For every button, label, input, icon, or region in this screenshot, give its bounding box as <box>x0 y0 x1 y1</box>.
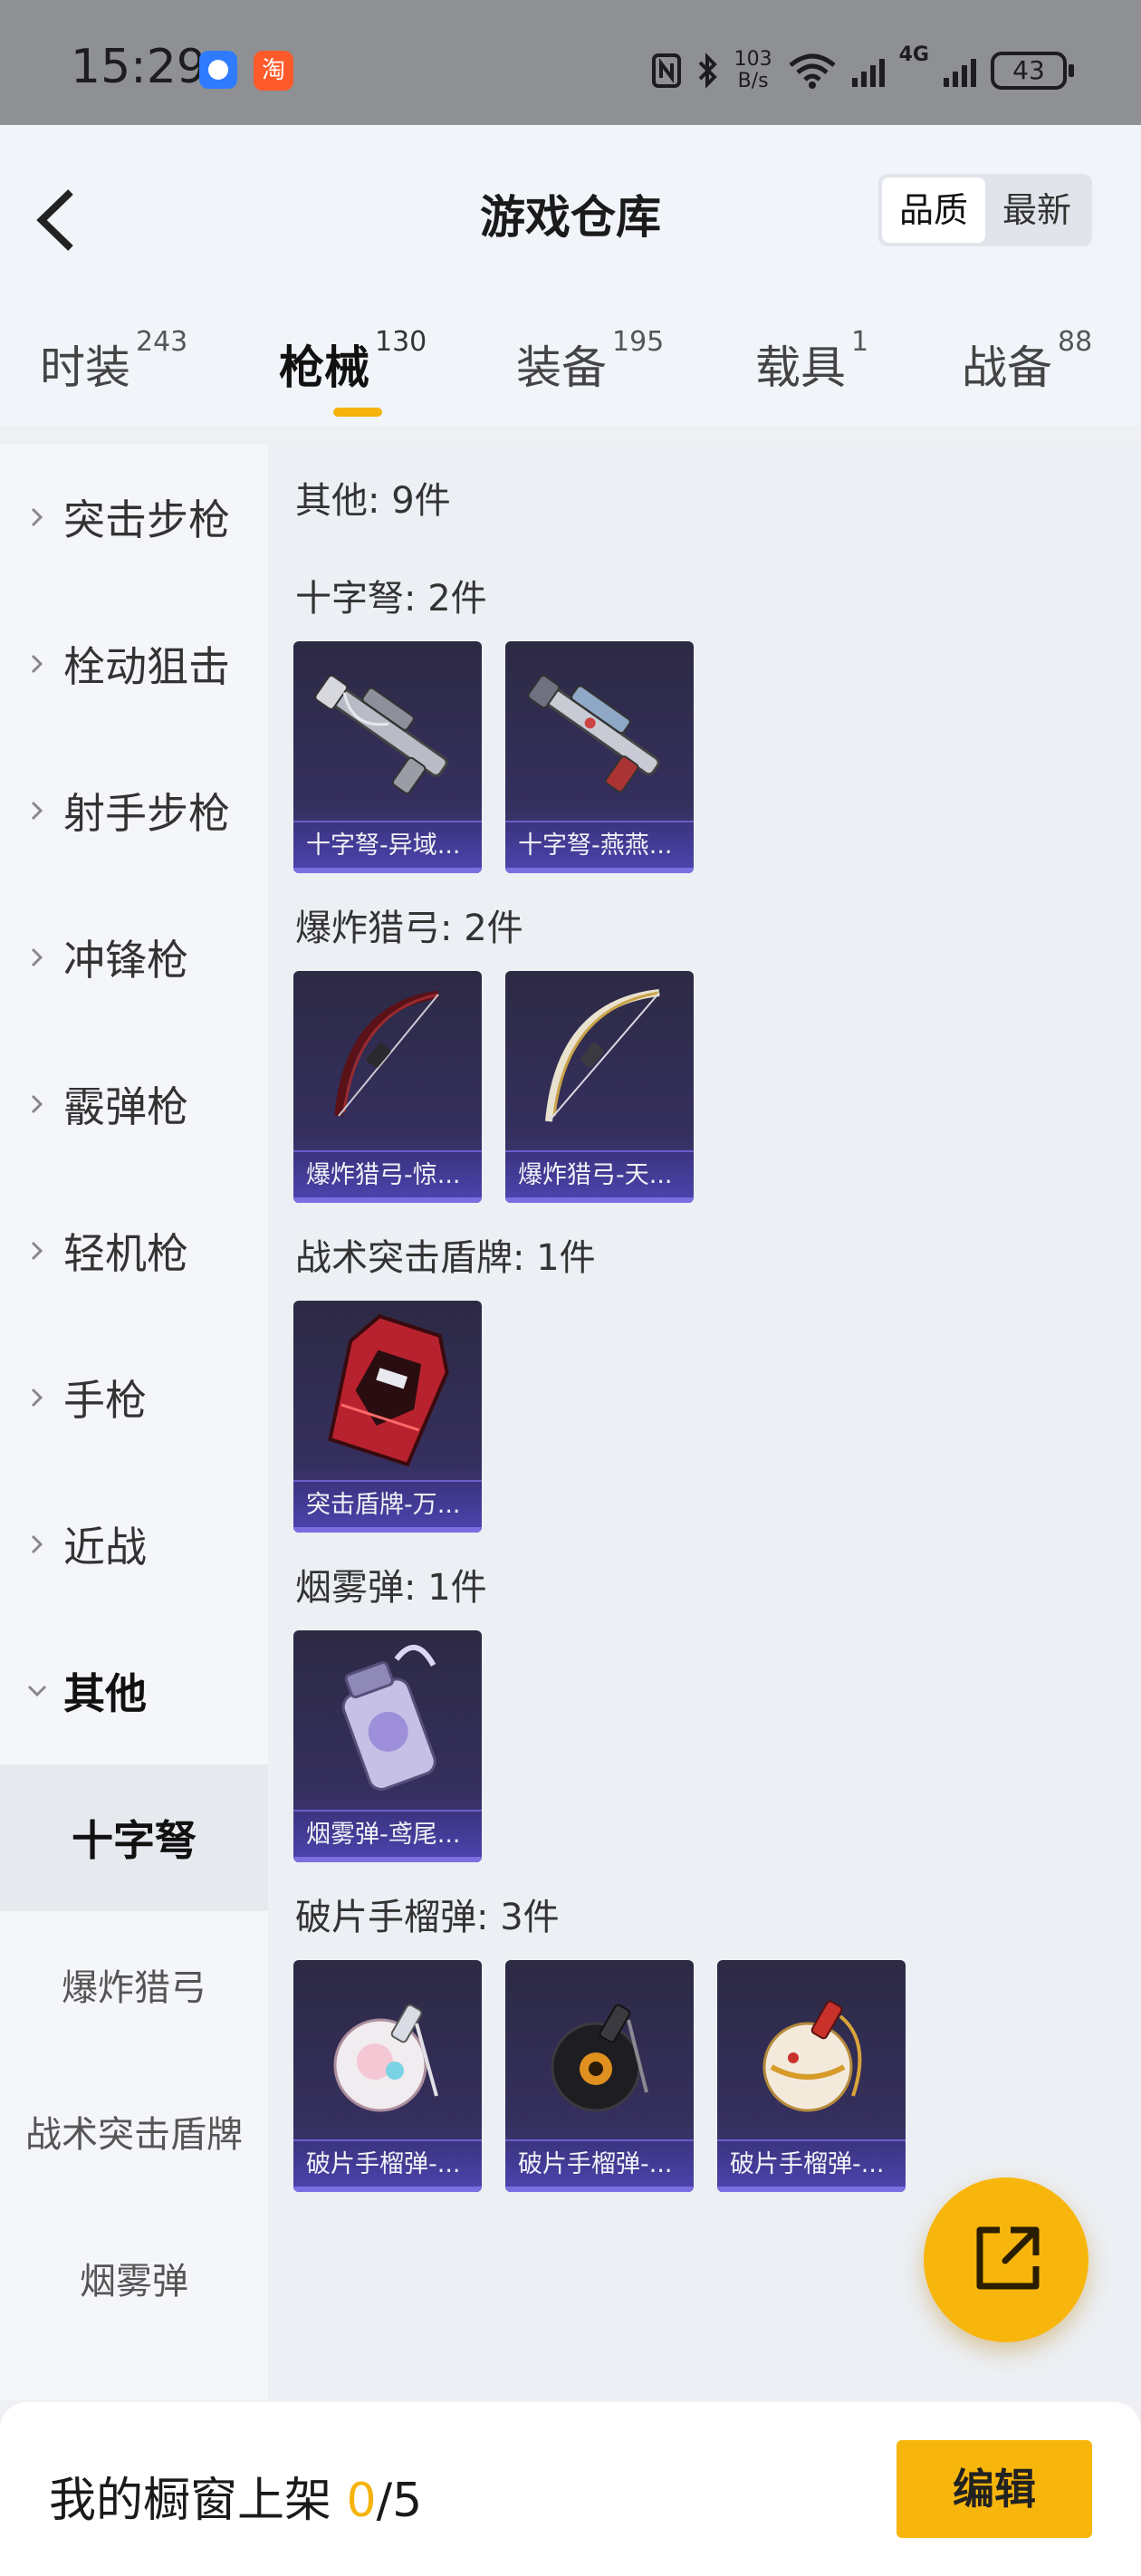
sidebar-item-melee[interactable]: 近战 <box>0 1471 268 1618</box>
sidebar-item-assault-rifle[interactable]: 突击步枪 <box>0 444 268 591</box>
header: 游戏仓库 品质 最新 时装 243 枪械 130 装备 195 载具 1 战备 88 <box>0 125 1141 426</box>
item-card[interactable]: 爆炸猎弓-惊... <box>293 971 482 1203</box>
frag-grenade-skin-image <box>333 2004 438 2112</box>
sidebar-item-pistol[interactable]: 手枪 <box>0 1324 268 1471</box>
taobao-app-icon: 淘 <box>254 51 293 91</box>
network-type: 4G <box>898 43 929 66</box>
item-name: 十字弩-异域... <box>293 821 482 873</box>
tab-equipment[interactable]: 装备 195 <box>516 326 664 397</box>
sidebar-item-label: 霰弹枪 <box>63 1082 188 1131</box>
item-card[interactable]: 爆炸猎弓-天... <box>505 971 694 1203</box>
sidebar-item-label: 近战 <box>63 1523 147 1572</box>
signal-icon <box>851 54 885 87</box>
status-time: 15:29 <box>71 40 206 94</box>
sidebar-item-label: 手枪 <box>63 1376 147 1425</box>
tab-firearms[interactable]: 枪械 130 <box>279 326 427 397</box>
tab-fashion[interactable]: 时装 243 <box>40 326 187 397</box>
chevron-right-icon <box>31 1241 43 1261</box>
chevron-right-icon <box>31 801 43 821</box>
category-tabs: 时装 243 枪械 130 装备 195 载具 1 战备 88 <box>0 326 1141 422</box>
chevron-right-icon <box>31 1388 43 1408</box>
sort-quality-button[interactable]: 品质 <box>882 178 985 243</box>
group-title-frag-grenade: 破片手榴弹: 3件 <box>295 1897 560 1938</box>
share-external-icon <box>976 2226 1040 2290</box>
sidebar-item-label: 突击步枪 <box>63 495 230 544</box>
item-card[interactable]: 十字弩-异域... <box>293 641 482 873</box>
sidebar-sub-tactical-shield[interactable]: 战术突击盾牌 <box>0 2058 268 2205</box>
sidebar-sub-crossbow[interactable]: 十字弩 <box>0 1764 268 1911</box>
status-bar: 15:29 淘 103 B/s 4G 43 <box>0 0 1141 125</box>
frag-grenade-skin-image <box>551 2004 648 2112</box>
sidebar-item-label: 冲锋枪 <box>63 936 188 985</box>
nfc-icon <box>651 53 681 88</box>
chevron-down-icon <box>27 1685 47 1697</box>
crossbow-skin-image <box>314 674 448 794</box>
tab-supplies[interactable]: 战备 88 <box>962 326 1092 397</box>
edit-button[interactable]: 编辑 <box>896 2440 1092 2538</box>
item-card[interactable]: 烟雾弹-鸢尾... <box>293 1630 482 1862</box>
item-name: 十字弩-燕燕... <box>505 821 694 873</box>
sidebar-item-label: 轻机枪 <box>63 1229 188 1278</box>
sidebar-sub-explosive-bow[interactable]: 爆炸猎弓 <box>0 1911 268 2058</box>
chevron-right-icon <box>31 947 43 967</box>
item-name: 突击盾牌-万... <box>293 1480 482 1533</box>
item-name: 爆炸猎弓-惊... <box>293 1150 482 1203</box>
item-name: 爆炸猎弓-天... <box>505 1150 694 1203</box>
group-title-crossbow: 十字弩: 2件 <box>295 578 487 620</box>
item-name: 破片手榴弹-... <box>293 2139 482 2192</box>
sort-newest-button[interactable]: 最新 <box>985 178 1088 243</box>
sort-toggle: 品质 最新 <box>878 174 1092 246</box>
bow-skin-image <box>545 989 660 1122</box>
item-card[interactable]: 十字弩-燕燕... <box>505 641 694 873</box>
wifi-icon <box>789 53 836 89</box>
sidebar-item-marksman-rifle[interactable]: 射手步枪 <box>0 737 268 884</box>
category-summary: 其他: 9件 <box>295 480 451 522</box>
item-name: 破片手榴弹-... <box>717 2139 906 2192</box>
item-card[interactable]: 突击盾牌-万... <box>293 1301 482 1533</box>
sidebar: 突击步枪 栓动狙击 射手步枪 冲锋枪 霰弹枪 轻机枪 手枪 近战 其他 十字弩 … <box>0 444 268 2400</box>
bluetooth-icon <box>698 53 717 89</box>
tab-vehicles[interactable]: 载具 1 <box>755 326 868 397</box>
signal-2-icon <box>944 54 976 87</box>
chevron-right-icon <box>31 1094 43 1114</box>
chevron-right-icon <box>31 1534 43 1554</box>
shield-skin-image <box>328 1313 449 1467</box>
bow-skin-image <box>334 990 439 1117</box>
frag-grenade-skin-image <box>762 2000 862 2112</box>
smoke-grenade-skin-image <box>341 1644 436 1791</box>
group-title-tactical-shield: 战术突击盾牌: 1件 <box>295 1237 596 1279</box>
active-tab-indicator <box>333 408 382 417</box>
battery-icon: 43 <box>991 52 1074 90</box>
network-speed: 103 B/s <box>734 48 772 92</box>
sidebar-item-label: 射手步枪 <box>63 789 230 838</box>
sidebar-item-lmg[interactable]: 轻机枪 <box>0 1177 268 1324</box>
sidebar-item-other[interactable]: 其他 <box>0 1618 268 1764</box>
showcase-shelf-status: 我的橱窗上架 0/5 <box>49 2474 423 2528</box>
item-card[interactable]: 破片手榴弹-... <box>293 1960 482 2192</box>
bottom-bar: 我的橱窗上架 0/5 编辑 <box>0 2402 1141 2576</box>
item-name: 破片手榴弹-... <box>505 2139 694 2192</box>
item-name: 烟雾弹-鸢尾... <box>293 1810 482 1862</box>
notification-app-icon <box>199 51 237 89</box>
crossbow-skin-image <box>527 674 660 793</box>
status-indicators: 103 B/s 4G 43 <box>651 43 1074 98</box>
sidebar-item-shotgun[interactable]: 霰弹枪 <box>0 1031 268 1177</box>
sidebar-item-bolt-sniper[interactable]: 栓动狙击 <box>0 591 268 737</box>
chevron-right-icon <box>31 507 43 527</box>
item-card[interactable]: 破片手榴弹-... <box>717 1960 906 2192</box>
group-title-smoke-grenade: 烟雾弹: 1件 <box>295 1567 487 1609</box>
group-title-explosive-bow: 爆炸猎弓: 2件 <box>295 908 523 949</box>
item-card[interactable]: 破片手榴弹-... <box>505 1960 694 2192</box>
sidebar-item-smg[interactable]: 冲锋枪 <box>0 884 268 1031</box>
item-list: 其他: 9件 十字弩: 2件 十字弩-异域... 十字弩-燕燕... 爆炸猎弓:… <box>268 444 1141 2400</box>
chevron-right-icon <box>31 654 43 674</box>
share-button[interactable] <box>924 2177 1088 2342</box>
sidebar-item-label: 栓动狙击 <box>63 642 230 691</box>
sidebar-item-label: 其他 <box>63 1669 147 1718</box>
sidebar-sub-smoke-grenade[interactable]: 烟雾弹 <box>0 2205 268 2351</box>
